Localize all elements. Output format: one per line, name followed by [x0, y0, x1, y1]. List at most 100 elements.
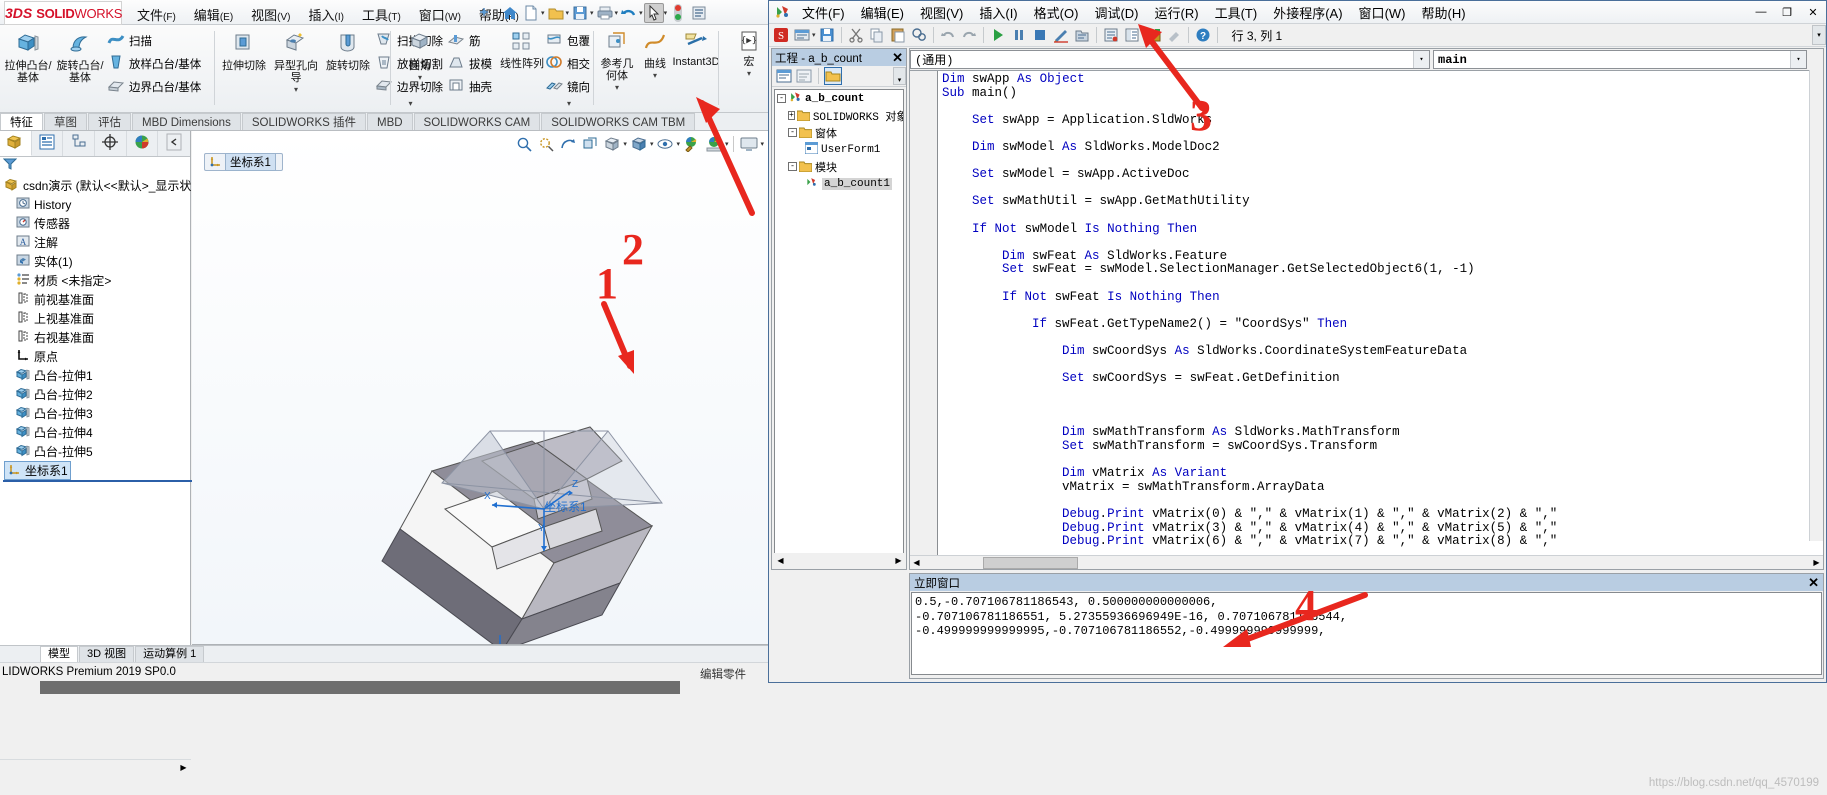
- tab-solidworks-cam[interactable]: SOLIDWORKS CAM: [413, 113, 541, 130]
- reset-icon[interactable]: [1030, 25, 1050, 45]
- properties-window-icon[interactable]: [1101, 25, 1121, 45]
- list-item[interactable]: 凸台-拉伸3: [3, 404, 190, 423]
- menu-insert[interactable]: 插入(I): [300, 3, 353, 26]
- rib-button[interactable]: 筋: [446, 30, 496, 51]
- instant3d-button[interactable]: Instant3D: [672, 27, 720, 68]
- tab-motion-study[interactable]: 运动算例 1: [135, 646, 205, 662]
- code-editor[interactable]: Dim swApp As Object Sub main() Set swApp…: [910, 70, 1823, 555]
- tree-item-coordinate-system[interactable]: 坐标系1: [4, 461, 71, 480]
- macro-button[interactable]: {▶} 宏 ▾: [732, 27, 766, 80]
- collapse-expander-icon[interactable]: -: [788, 162, 797, 171]
- list-item[interactable]: 凸台-拉伸5: [3, 442, 190, 461]
- reference-geometry-button[interactable]: 参考几何体 ▾: [596, 27, 638, 94]
- vba-menu-run[interactable]: 运行(R): [1147, 1, 1207, 24]
- revolve-boss-button[interactable]: 旋转凸台/基体: [54, 27, 106, 84]
- tab-mbd[interactable]: MBD: [366, 113, 413, 130]
- loft-boss-button[interactable]: 放样凸台/基体: [106, 53, 205, 74]
- scroll-left-icon[interactable]: ◀: [774, 556, 787, 565]
- scroll-left-icon[interactable]: ◀: [910, 558, 923, 567]
- undo-icon[interactable]: [938, 25, 958, 45]
- chevron-down-icon[interactable]: ▾: [270, 84, 322, 96]
- menu-window[interactable]: 窗口(W): [410, 3, 470, 26]
- save-icon[interactable]: [570, 3, 590, 23]
- hole-wizard-button[interactable]: 异型孔向导 ▾: [270, 27, 322, 96]
- sidebar-item-property-manager[interactable]: [32, 131, 64, 156]
- graphics-area[interactable]: ▾ ▾ ▾ ▾ ▾ 坐标系1 X Y Z 坐标系1: [192, 131, 768, 645]
- chevron-down-icon[interactable]: ▾: [596, 82, 638, 94]
- chevron-down-icon[interactable]: ▾: [664, 9, 668, 17]
- project-node-forms[interactable]: - 窗体: [775, 124, 903, 141]
- tab-mbd-dimensions[interactable]: MBD Dimensions: [132, 113, 241, 130]
- chevron-down-icon[interactable]: ▾: [639, 9, 643, 17]
- close-icon[interactable]: ✕: [1808, 575, 1823, 591]
- fillet-button[interactable]: 圆角 ▾: [394, 27, 446, 84]
- horizontal-scrollbar-thumb[interactable]: [40, 681, 680, 694]
- hammer-icon[interactable]: [1164, 25, 1184, 45]
- object-browser-icon[interactable]: [1122, 25, 1142, 45]
- sidebar-item-configuration-manager[interactable]: [63, 131, 96, 156]
- code-hscrollbar-thumb[interactable]: [983, 556, 1078, 569]
- minimize-button[interactable]: —: [1748, 2, 1774, 22]
- project-explorer-icon[interactable]: [1072, 25, 1092, 45]
- scroll-right-icon[interactable]: ▶: [892, 556, 905, 565]
- toolbar-overflow-icon[interactable]: ▾: [1812, 25, 1826, 45]
- panel-overflow-icon[interactable]: ▾: [893, 67, 906, 85]
- code-text[interactable]: Dim swApp As Object Sub main() Set swApp…: [942, 72, 1557, 555]
- solidworks-icon[interactable]: S: [771, 25, 791, 45]
- cut-icon[interactable]: [846, 25, 866, 45]
- list-item[interactable]: 材质 <未指定>: [3, 271, 190, 290]
- vba-menu-window[interactable]: 窗口(W): [1351, 1, 1414, 24]
- tab-solidworks-cam-tbm[interactable]: SOLIDWORKS CAM TBM: [541, 113, 696, 130]
- tab-model[interactable]: 模型: [40, 646, 78, 662]
- list-item[interactable]: 原点: [3, 347, 190, 366]
- home-icon[interactable]: [500, 3, 520, 23]
- sweep-button[interactable]: 扫描: [106, 30, 205, 51]
- save-icon[interactable]: [817, 25, 837, 45]
- project-node-root[interactable]: - a_b_count: [775, 90, 903, 107]
- revolve-cut-button[interactable]: 旋转切除: [322, 27, 374, 72]
- code-vertical-scrollbar[interactable]: [1809, 70, 1823, 541]
- project-explorer-toolbar[interactable]: ▾: [772, 66, 906, 87]
- list-item[interactable]: 凸台-拉伸2: [3, 385, 190, 404]
- menu-edit[interactable]: 编辑(E): [185, 3, 242, 26]
- view-object-icon[interactable]: [795, 67, 813, 85]
- view-object-icon[interactable]: [792, 25, 812, 45]
- toggle-folders-icon[interactable]: [824, 67, 842, 85]
- open-document-icon[interactable]: [546, 3, 566, 23]
- redo-icon[interactable]: [959, 25, 979, 45]
- list-item[interactable]: 实体(1): [3, 252, 190, 271]
- collapse-panel-button[interactable]: [158, 131, 190, 156]
- view-code-icon[interactable]: [775, 67, 793, 85]
- chevron-down-icon[interactable]: ▾: [638, 70, 672, 82]
- quick-access-toolbar[interactable]: ▾ ▾ ▾ ▾ ▾ ▾: [500, 2, 709, 24]
- new-document-icon[interactable]: [521, 3, 541, 23]
- sidebar-item-feature-tree[interactable]: [0, 131, 32, 156]
- chevron-down-icon[interactable]: ▾: [1790, 51, 1806, 68]
- curves-button[interactable]: 曲线 ▾: [638, 27, 672, 82]
- options-icon[interactable]: [689, 3, 709, 23]
- procedure-dropdown[interactable]: main ▾: [1433, 50, 1807, 69]
- tab-solidworks-addins[interactable]: SOLIDWORKS 插件: [241, 113, 366, 130]
- rebuild-icon[interactable]: [668, 3, 688, 23]
- model-3d-view[interactable]: Y Z X X Y Z: [192, 131, 768, 645]
- vba-menu-addins[interactable]: 外接程序(A): [1265, 1, 1350, 24]
- chevron-down-icon[interactable]: ▾: [566, 9, 570, 17]
- sidebar-item-dimxpert-manager[interactable]: [95, 131, 127, 156]
- feature-tree-hscrollbar[interactable]: ▶: [0, 759, 191, 775]
- chevron-down-icon[interactable]: ▾: [1413, 51, 1429, 68]
- mirror-button[interactable]: 镜向: [544, 76, 594, 97]
- menu-file[interactable]: 文件(F): [128, 3, 185, 26]
- undo-icon[interactable]: [619, 3, 639, 23]
- vba-menu-debug[interactable]: 调试(D): [1086, 1, 1146, 24]
- run-icon[interactable]: [988, 25, 1008, 45]
- expand-expander-icon[interactable]: +: [788, 111, 795, 120]
- linear-pattern-button[interactable]: 线性阵列: [500, 27, 544, 70]
- code-horizontal-scrollbar[interactable]: ◀ ▶: [910, 555, 1823, 569]
- object-dropdown[interactable]: (通用) ▾: [910, 50, 1430, 69]
- vba-menu-file[interactable]: 文件(F): [794, 1, 853, 24]
- chevron-down-icon[interactable]: ▾: [732, 68, 766, 80]
- boundary-boss-button[interactable]: 边界凸台/基体: [106, 76, 205, 97]
- draft-button[interactable]: 拔模: [446, 53, 496, 74]
- chevron-down-icon[interactable]: ▾: [615, 9, 619, 17]
- wrap-button[interactable]: 包覆: [544, 30, 594, 51]
